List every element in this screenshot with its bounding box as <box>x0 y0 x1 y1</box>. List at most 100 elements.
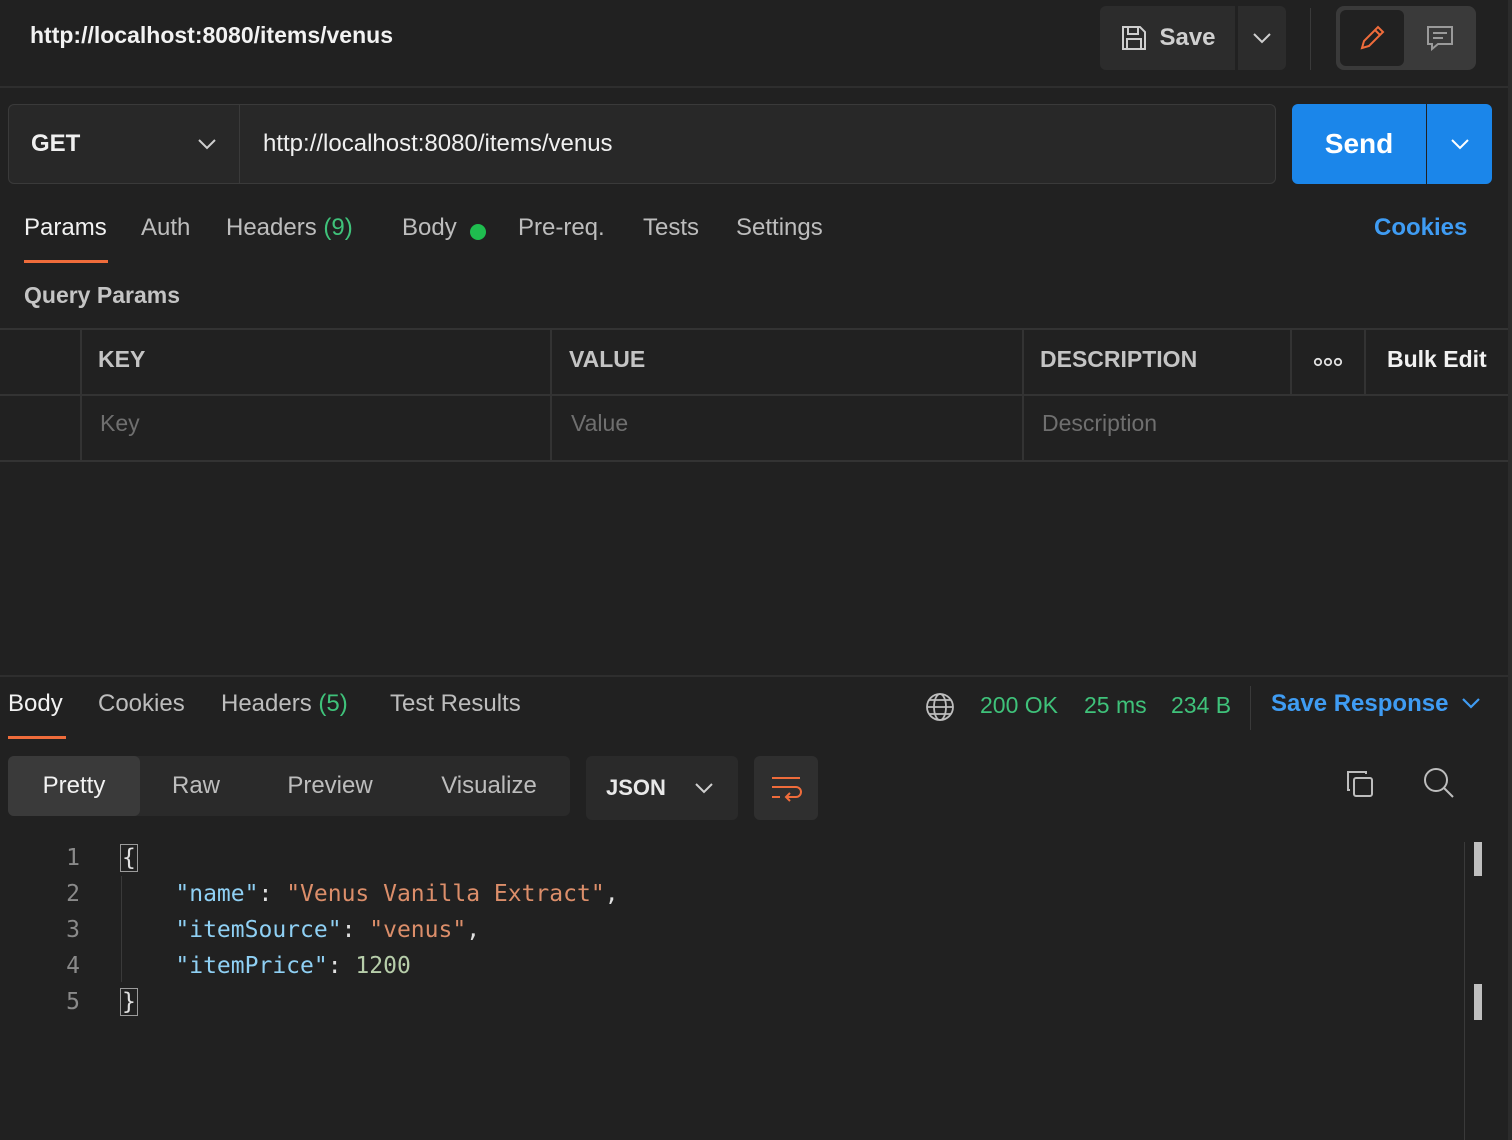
chevron-down-icon[interactable] <box>1460 696 1482 715</box>
copy-icon[interactable] <box>1344 768 1376 805</box>
code-line-1[interactable]: { <box>120 844 138 872</box>
json-open-brace: { <box>120 844 138 872</box>
scrollbar-marker <box>1474 984 1482 1020</box>
param-key-input[interactable]: Key <box>100 410 140 437</box>
table-column-divider <box>550 330 552 460</box>
table-bottom-border <box>0 460 1508 462</box>
format-select[interactable]: JSON <box>586 756 738 820</box>
status-divider <box>1250 686 1251 730</box>
view-visualize-button[interactable]: Visualize <box>408 756 570 816</box>
line-number: 2 <box>66 881 80 907</box>
save-options-button[interactable] <box>1238 6 1286 70</box>
save-button-group: Save <box>1100 6 1286 70</box>
response-headers-count: (5) <box>318 690 348 717</box>
request-bar: GET http://localhost:8080/items/venus <box>8 104 1276 184</box>
response-size[interactable]: 234 B <box>1171 692 1231 719</box>
code-line-3[interactable]: "itemSource": "venus", <box>120 917 480 943</box>
window-edge <box>1508 0 1512 1140</box>
json-value-name: "Venus Vanilla Extract" <box>286 881 605 907</box>
view-raw-button[interactable]: Raw <box>140 756 252 816</box>
mode-toggle <box>1336 6 1476 70</box>
tab-headers-label: Headers <box>226 214 317 241</box>
response-tab-headers[interactable]: Headers (5) <box>221 690 348 718</box>
method-select[interactable]: GET <box>9 105 240 183</box>
response-status[interactable]: 200 OK <box>980 692 1058 719</box>
json-key-item-source: "itemSource" <box>175 917 342 943</box>
line-number: 5 <box>66 989 80 1015</box>
edit-mode-button[interactable] <box>1340 10 1404 66</box>
view-preview-button[interactable]: Preview <box>252 756 408 816</box>
chevron-down-icon <box>1252 32 1272 44</box>
param-value-input[interactable]: Value <box>571 410 628 437</box>
view-pretty-button[interactable]: Pretty <box>8 756 140 816</box>
table-header-border <box>0 394 1508 396</box>
json-key-item-price: "itemPrice" <box>175 953 328 979</box>
code-line-2[interactable]: "name": "Venus Vanilla Extract", <box>120 881 618 907</box>
response-separator[interactable] <box>0 675 1508 677</box>
pencil-icon <box>1357 23 1387 53</box>
comments-button[interactable] <box>1408 10 1472 66</box>
json-value-item-source: "venus" <box>369 917 467 943</box>
wrap-lines-button[interactable] <box>754 756 818 820</box>
json-value-item-price: 1200 <box>355 953 411 979</box>
column-header-value: VALUE <box>569 346 646 372</box>
active-tab-indicator <box>24 260 108 263</box>
header-separator <box>0 86 1512 88</box>
chevron-down-icon <box>1450 138 1470 150</box>
scrollbar-track[interactable] <box>1464 842 1465 1140</box>
response-time[interactable]: 25 ms <box>1084 692 1147 719</box>
line-number: 4 <box>66 953 80 979</box>
tab-headers[interactable]: Headers (9) <box>226 214 353 242</box>
response-tab-cookies[interactable]: Cookies <box>98 690 185 718</box>
query-params-title: Query Params <box>24 282 180 308</box>
line-number: 1 <box>66 845 80 871</box>
save-icon <box>1119 23 1149 53</box>
send-button[interactable]: Send <box>1292 104 1426 184</box>
view-mode-group: Pretty Raw Preview Visualize <box>8 756 570 816</box>
table-top-border <box>0 328 1508 330</box>
save-label: Save <box>1159 24 1216 51</box>
response-headers-label: Headers <box>221 690 312 717</box>
code-line-5[interactable]: } <box>120 988 138 1016</box>
param-description-input[interactable]: Description <box>1042 410 1157 437</box>
request-title: http://localhost:8080/items/venus <box>30 22 393 48</box>
send-options-button[interactable] <box>1427 104 1492 184</box>
more-icon <box>1313 357 1343 367</box>
scrollbar-marker <box>1474 842 1482 876</box>
comment-icon <box>1425 23 1455 53</box>
table-column-divider <box>80 330 82 460</box>
tab-params[interactable]: Params <box>24 214 107 242</box>
bulk-edit-button[interactable]: Bulk Edit <box>1387 346 1487 373</box>
table-column-divider <box>1022 330 1024 460</box>
tab-headers-count: (9) <box>323 214 353 241</box>
json-key-name: "name" <box>175 881 259 907</box>
method-label: GET <box>31 130 81 157</box>
response-tab-body[interactable]: Body <box>8 690 63 718</box>
more-options-button[interactable] <box>1293 331 1363 393</box>
wrap-lines-icon <box>770 774 802 802</box>
table-column-divider <box>1364 330 1366 394</box>
tab-prereq[interactable]: Pre-req. <box>518 214 605 242</box>
active-tab-indicator <box>8 736 66 739</box>
format-label: JSON <box>606 775 666 800</box>
globe-icon[interactable] <box>924 691 956 728</box>
url-input[interactable]: http://localhost:8080/items/venus <box>241 105 1271 183</box>
toolbar-divider <box>1310 8 1311 70</box>
tab-auth[interactable]: Auth <box>141 214 190 242</box>
chevron-down-icon <box>197 138 217 150</box>
line-number: 3 <box>66 917 80 943</box>
tab-settings[interactable]: Settings <box>736 214 823 242</box>
json-close-brace: } <box>120 988 138 1016</box>
save-button[interactable]: Save <box>1100 6 1235 70</box>
table-column-divider <box>1290 330 1292 394</box>
save-response-button[interactable]: Save Response <box>1271 690 1448 718</box>
column-header-key: KEY <box>98 346 146 372</box>
tab-tests[interactable]: Tests <box>643 214 699 242</box>
cookies-link[interactable]: Cookies <box>1374 214 1467 242</box>
body-status-dot <box>470 224 486 240</box>
code-line-4[interactable]: "itemPrice": 1200 <box>120 953 411 979</box>
search-icon[interactable] <box>1422 766 1456 805</box>
tab-body[interactable]: Body <box>402 214 457 242</box>
response-tab-test-results[interactable]: Test Results <box>390 690 521 718</box>
column-header-description: DESCRIPTION <box>1040 346 1198 372</box>
